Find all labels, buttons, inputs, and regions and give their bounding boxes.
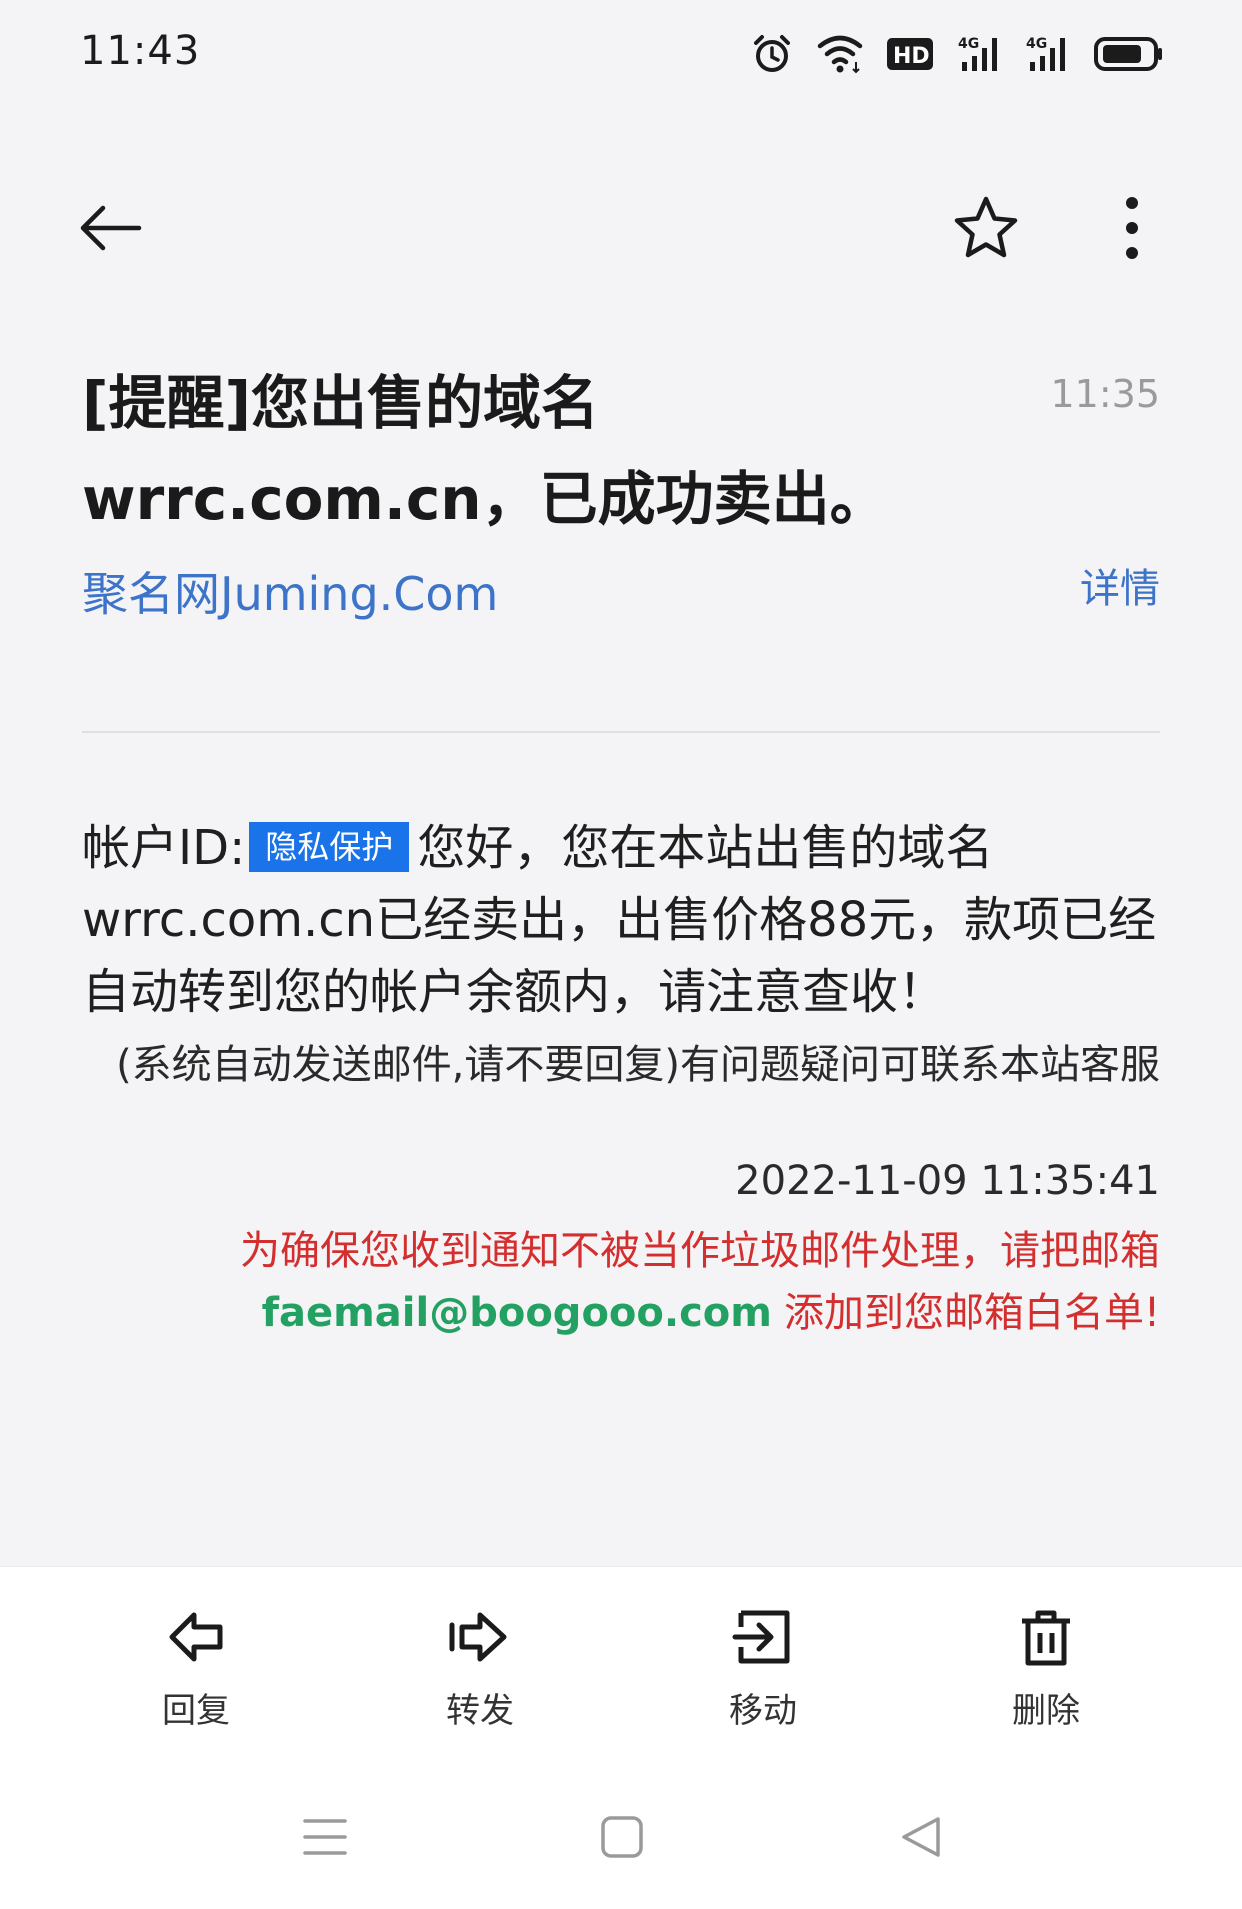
whitelist-notice-tail: 添加到您邮箱白名单!: [783, 1290, 1160, 1336]
signal-4g-icon: 4G: [958, 34, 1004, 74]
move-label: 移动: [729, 1691, 797, 1731]
action-bar: 回复 转发 移动 删除: [0, 1566, 1242, 1770]
email-subject: [提醒]您出售的域名 wrrc.com.cn，已成功卖出。: [82, 355, 982, 547]
move-button[interactable]: 移动: [683, 1607, 843, 1732]
delete-button[interactable]: 删除: [966, 1607, 1126, 1732]
navigation-bar: [0, 1769, 1242, 1909]
svg-text:HD: HD: [893, 44, 930, 69]
sender-name[interactable]: 聚名网Juming.Com: [82, 558, 498, 624]
move-icon: [731, 1607, 795, 1671]
privacy-badge: 隐私保护: [249, 822, 410, 872]
forward-button[interactable]: 转发: [400, 1607, 560, 1732]
star-button[interactable]: [944, 188, 1028, 272]
forward-icon: [448, 1607, 512, 1671]
whitelist-notice-line2: faemail@boogooo.com 添加到您邮箱白名单!: [262, 1280, 1160, 1338]
home-icon: [600, 1815, 644, 1863]
received-time: 11:35: [1050, 372, 1160, 416]
svg-text:4G: 4G: [958, 36, 979, 52]
star-outline-icon: [951, 195, 1021, 265]
subject-line-2: wrrc.com.cn，已成功卖出。: [82, 465, 888, 533]
message-body: 帐户ID: 隐私保护 您好，您在本站出售的域名wrrc.com.cn已经卖出，出售价…: [82, 812, 1172, 1028]
account-label: 帐户ID:: [82, 820, 246, 876]
nav-back-icon: [898, 1815, 942, 1863]
alarm-icon: [750, 32, 794, 76]
hd-icon: HD: [886, 34, 936, 74]
status-time: 11:43: [80, 28, 201, 74]
nav-menu-button[interactable]: [285, 1809, 365, 1869]
forward-label: 转发: [446, 1691, 514, 1731]
back-button[interactable]: [68, 188, 152, 272]
more-vertical-icon: [1122, 193, 1142, 267]
reply-icon: [164, 1607, 228, 1671]
header-divider: [82, 731, 1160, 733]
sent-datetime: 2022-11-09 11:35:41: [735, 1158, 1160, 1204]
whitelist-notice-line1: 为确保您收到通知不被当作垃圾邮件处理，请把邮箱: [240, 1228, 1160, 1274]
reply-button[interactable]: 回复: [116, 1607, 276, 1732]
nav-back-button[interactable]: [880, 1809, 960, 1869]
svg-text:4G: 4G: [1026, 36, 1047, 52]
details-link[interactable]: 详情: [1080, 556, 1160, 614]
wifi-icon: [816, 32, 864, 76]
nav-home-button[interactable]: [582, 1809, 662, 1869]
more-options-button[interactable]: [1090, 188, 1174, 272]
reply-label: 回复: [162, 1691, 230, 1731]
delete-label: 删除: [1012, 1691, 1080, 1731]
sender-address[interactable]: faemail@boogooo.com: [262, 1290, 772, 1336]
arrow-left-icon: [75, 203, 145, 257]
subject-line-1: [提醒]您出售的域名: [82, 369, 600, 437]
auto-reply-note: (系统自动发送邮件,请不要回复)有问题疑问可联系本站客服: [116, 1042, 1160, 1088]
battery-icon: [1094, 34, 1164, 74]
trash-icon: [1014, 1607, 1078, 1671]
menu-icon: [302, 1815, 348, 1863]
signal-4g-icon: 4G: [1026, 34, 1072, 74]
status-icons: HD 4G 4G: [750, 30, 1164, 78]
